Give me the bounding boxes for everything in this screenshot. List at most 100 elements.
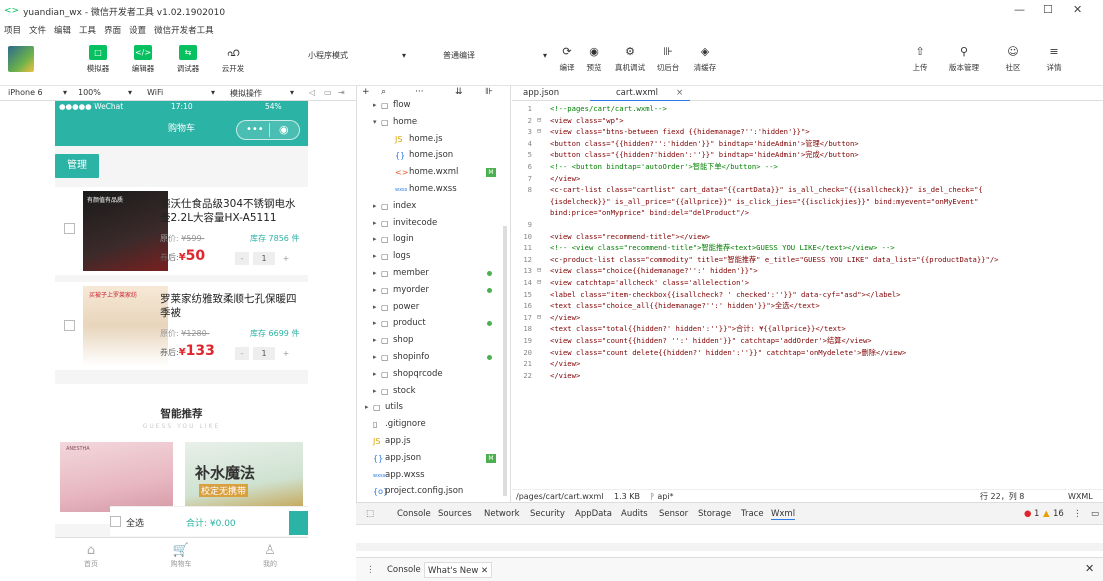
more-icon[interactable]: ••• (246, 123, 264, 137)
menu-item-settings[interactable]: 设置 (129, 24, 146, 36)
network-select[interactable]: WiFi (147, 88, 163, 97)
chevron-icon[interactable]: ▸ (373, 383, 377, 400)
code-line[interactable]: 14 ⊟ <view catchtap='allcheck' class='all… (512, 277, 1103, 288)
simulator-button[interactable]: □ 模拟器 (81, 45, 115, 74)
tree-item[interactable]: ▸ ▢ utils (357, 399, 510, 416)
chevron-down-icon[interactable]: ▾ (63, 88, 67, 97)
tree-item[interactable]: ▸ ▢ logs (357, 248, 510, 265)
tab-audits[interactable]: Audits (621, 509, 648, 519)
item-checkbox[interactable] (64, 320, 75, 331)
dock-icon[interactable]: ▭ (1091, 509, 1099, 519)
code-line[interactable]: bind:price="onMyprice" bind:del="delProd… (512, 207, 1103, 218)
clear-cache-button[interactable]: ◈ 清缓存 (688, 44, 722, 73)
tab-security[interactable]: Security (530, 509, 565, 519)
drawer-tab-whats-new[interactable]: What's New ✕ (424, 562, 493, 578)
details-button[interactable]: ≡ 详情 (1037, 44, 1071, 73)
minimize-icon[interactable]: — (1014, 3, 1025, 16)
code-line[interactable]: 7 </view> (512, 173, 1103, 184)
tree-item[interactable]: ▸ ▢ member (357, 265, 510, 282)
chevron-down-icon[interactable]: ▾ (290, 88, 294, 97)
menu-item-view[interactable]: 界面 (104, 24, 121, 36)
code-line[interactable]: 15 <label class="item-checkbox{{isallche… (512, 289, 1103, 300)
volume-icon[interactable]: ◁ (309, 88, 315, 97)
code-line[interactable]: 22 </view> (512, 370, 1103, 381)
tree-item[interactable]: ▸ ▢ index (357, 198, 510, 215)
tab-cart-wxml[interactable]: cart.wxml × (590, 86, 690, 101)
tab-wxml[interactable]: Wxml (771, 509, 796, 520)
fold-icon[interactable]: ⊟ (537, 115, 541, 126)
tree-item[interactable]: ▸ ▢ flow (357, 97, 510, 114)
code-line[interactable]: 9 (512, 219, 1103, 230)
tree-item[interactable]: ▸ ▢ myorder (357, 282, 510, 299)
tab-trace[interactable]: Trace (741, 509, 764, 519)
menu-item-edit[interactable]: 编辑 (54, 24, 71, 36)
tab-storage[interactable]: Storage (698, 509, 731, 519)
chevron-down-icon[interactable]: ▾ (128, 88, 132, 97)
chevron-icon[interactable]: ▸ (373, 282, 377, 299)
tree-item[interactable]: ▸ ▢ stock (357, 383, 510, 400)
community-button[interactable]: ☺ 社区 (996, 44, 1030, 73)
recommend-image[interactable]: 补水魔法 校定无携带 (185, 442, 303, 512)
product-title[interactable]: 德沃仕食品级304不锈钢电水壶2.2L大容量HX-A5111 (160, 197, 300, 225)
chevron-icon[interactable]: ▸ (373, 97, 377, 114)
detach-icon[interactable]: ⇥ (338, 88, 345, 97)
chevron-icon[interactable]: ▸ (373, 349, 377, 366)
tab-appdata[interactable]: AppData (575, 509, 612, 519)
code-line[interactable]: 19 <view class="count{{hidden? '':' hidd… (512, 335, 1103, 346)
tree-item[interactable]: ▸ ▢ shopinfo (357, 349, 510, 366)
tab-network[interactable]: Network (484, 509, 520, 519)
chevron-icon[interactable]: ▸ (373, 248, 377, 265)
tree-item[interactable]: ▸ ▢ login (357, 231, 510, 248)
chevron-icon[interactable]: ▸ (365, 399, 369, 416)
chevron-icon[interactable]: ▾ (373, 114, 377, 131)
chevron-icon[interactable]: ▸ (373, 198, 377, 215)
code-line[interactable]: 10 <view class="recommend-title"></view> (512, 231, 1103, 242)
code-line[interactable]: 20 <view class="count delete{{hidden?' h… (512, 347, 1103, 358)
search-icon[interactable]: ⌕ (381, 87, 386, 97)
tree-item[interactable]: wxss app.wxss (357, 467, 510, 484)
tree-item[interactable]: {} app.json M (357, 450, 510, 467)
tree-item[interactable]: ▾ ▢ home (357, 114, 510, 131)
chevron-icon[interactable]: ▸ (373, 315, 377, 332)
product-title[interactable]: 罗莱家纺雅致柔顺七孔保暖四季被 (160, 292, 300, 320)
select-all-label[interactable]: 全选 (126, 516, 144, 529)
drawer-tab-console[interactable]: Console (387, 565, 421, 575)
chevron-icon[interactable]: ▸ (373, 332, 377, 349)
code-line[interactable]: 12 <c-product-list class="commodity" tit… (512, 254, 1103, 265)
fold-icon[interactable]: ⊟ (537, 312, 541, 323)
preview-button[interactable]: ◉ 预览 (577, 44, 611, 73)
plus-button[interactable]: + (279, 347, 293, 360)
maximize-icon[interactable]: ☐ (1043, 3, 1053, 16)
mode-select[interactable]: 小程序模式 ▾ (308, 48, 406, 64)
version-button[interactable]: ⚲ 版本管理 (944, 44, 984, 73)
menu-item-devtools[interactable]: 微信开发者工具 (154, 24, 214, 36)
code-line[interactable]: 6 <!-- <button bindtap='autoOrder'>智能下单<… (512, 161, 1103, 172)
code-line[interactable]: 8 <c-cart-list class="cartlist" cart_dat… (512, 184, 1103, 195)
product-image[interactable]: 买被子上罗莱家纺 (83, 286, 168, 366)
tab-app-json[interactable]: app.json (523, 86, 559, 101)
tree-item[interactable]: ▸ ▢ shopqrcode (357, 366, 510, 383)
select-all-checkbox[interactable] (110, 516, 121, 527)
minus-button[interactable]: - (235, 252, 249, 265)
editor-button[interactable]: </> 编辑器 (126, 45, 160, 74)
chevron-icon[interactable]: ▸ (373, 231, 377, 248)
remote-debug-button[interactable]: ⚙ 真机调试 (611, 44, 649, 73)
close-mini-icon[interactable]: ◉ (279, 123, 289, 137)
fold-icon[interactable]: ⊟ (537, 277, 541, 288)
item-checkbox[interactable] (64, 223, 75, 234)
background-button[interactable]: ⊪ 切后台 (651, 44, 685, 73)
code-line[interactable]: 17 ⊟ </view> (512, 312, 1103, 323)
tree-item[interactable]: ▸ ▢ shop (357, 332, 510, 349)
capsule-menu[interactable]: ••• ◉ (236, 120, 300, 140)
tab-profile[interactable]: ♙ 我的 (250, 542, 290, 569)
chevron-icon[interactable]: ▸ (373, 366, 377, 383)
chevron-icon[interactable]: ▸ (373, 215, 377, 232)
code-line[interactable]: 1 <!--pages/cart/cart.wxml--> (512, 103, 1103, 114)
split-icon[interactable]: ⊪ (485, 87, 493, 97)
close-icon[interactable]: ✕ (1073, 3, 1082, 16)
menu-item-project[interactable]: 项目 (4, 24, 21, 36)
tree-item[interactable]: {} home.json (357, 147, 510, 164)
recommend-image[interactable]: ANESTHA (60, 442, 173, 512)
compile-select[interactable]: 普通编译 ▾ (443, 48, 547, 64)
fold-icon[interactable]: ⊟ (537, 126, 541, 137)
